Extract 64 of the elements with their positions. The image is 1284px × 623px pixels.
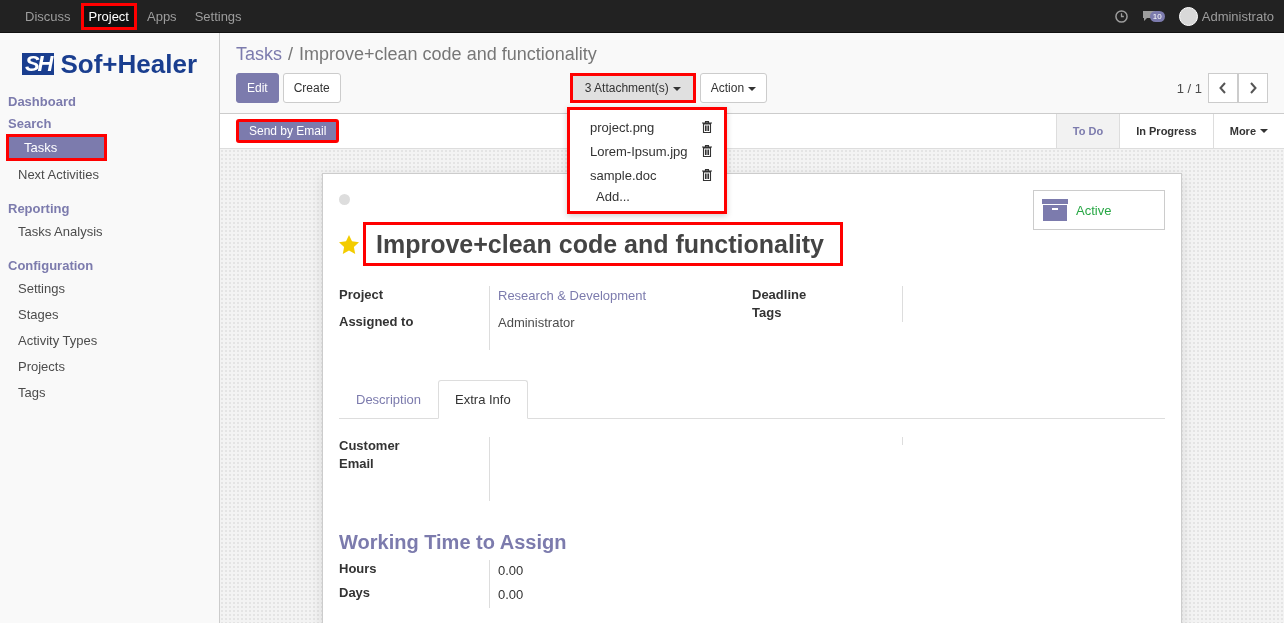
trash-icon[interactable] — [702, 169, 712, 181]
field-label: Assigned to — [339, 313, 415, 331]
field-label: Hours — [339, 560, 378, 578]
star-icon[interactable] — [339, 234, 359, 254]
sidebar-section[interactable]: Dashboard — [0, 89, 219, 111]
sidebar-item[interactable]: Stages — [0, 302, 219, 327]
caret-icon — [748, 86, 757, 91]
pager-value: 1 / 1 — [1176, 80, 1202, 96]
status-dot[interactable] — [339, 194, 350, 205]
tab[interactable]: Description — [339, 380, 439, 419]
clock-icon[interactable] — [1114, 9, 1128, 23]
field-label: Tags — [752, 304, 783, 322]
previous-button[interactable] — [1208, 73, 1238, 103]
sidebar-section[interactable]: Search — [0, 111, 219, 133]
sidebar-item[interactable]: Projects — [0, 354, 219, 379]
user-name[interactable]: Administrato — [1201, 8, 1274, 24]
menu-item[interactable]: Settings — [186, 2, 250, 30]
field-label: Deadline — [752, 286, 808, 304]
tab[interactable]: Extra Info — [438, 380, 528, 419]
attachments-button[interactable]: 3 Attachment(s) — [569, 73, 696, 103]
caret-icon — [1260, 129, 1268, 133]
trash-icon[interactable] — [702, 121, 712, 133]
menu-item[interactable]: Project — [80, 2, 137, 30]
breadcrumb-link[interactable]: Tasks — [236, 44, 282, 65]
field-value: 0.00 — [489, 560, 1165, 584]
field-label: Project — [339, 286, 385, 304]
add-attachment-link[interactable]: Add... — [570, 187, 724, 206]
chevron-right-icon — [1249, 82, 1257, 94]
archive-box-icon — [1042, 199, 1068, 221]
logo-mark: SH — [21, 53, 55, 75]
sidebar-item[interactable]: Activity Types — [0, 328, 219, 353]
caret-icon — [672, 86, 681, 91]
field-value: Administrator — [498, 315, 576, 330]
sidebar-item[interactable]: Settings — [0, 276, 219, 301]
logo-text: Sof+Healer — [60, 51, 198, 77]
avatar-icon — [1178, 6, 1198, 26]
chevron-left-icon — [1219, 82, 1227, 94]
next-button[interactable] — [1238, 73, 1268, 103]
sidebar-item[interactable]: Tasks Analysis — [0, 219, 219, 244]
create-button[interactable]: Create — [282, 73, 341, 103]
field-label: Customer Email — [339, 437, 401, 473]
sidebar-item[interactable]: Next Activities — [0, 162, 219, 187]
sidebar-item[interactable]: Tasks — [6, 134, 107, 161]
stage-button[interactable]: To Do — [1055, 114, 1120, 148]
attachment-link[interactable]: Lorem-Ipsum.jpg — [590, 143, 688, 159]
send-email-button[interactable]: Send by Email — [236, 119, 340, 143]
attachment-link[interactable]: project.png — [590, 119, 655, 135]
menu-item[interactable]: Discuss — [17, 2, 79, 30]
breadcrumb-separator: / — [288, 44, 294, 65]
message-count-badge: 10 — [1149, 10, 1165, 22]
edit-button[interactable]: Edit — [236, 73, 279, 103]
trash-icon[interactable] — [702, 145, 712, 157]
menu-item[interactable]: Apps — [139, 2, 185, 30]
breadcrumb-current: Improve+clean code and functionality — [299, 44, 597, 65]
project-link[interactable]: Research & Development — [498, 288, 752, 303]
sidebar-item[interactable]: Tags — [0, 380, 219, 405]
sidebar-section[interactable]: Reporting — [0, 188, 219, 218]
attachment-link[interactable]: sample.doc — [590, 167, 657, 183]
sidebar-section[interactable]: Configuration — [0, 245, 219, 275]
field-label: Days — [339, 584, 372, 602]
field-value: 0.00 — [489, 584, 1165, 608]
section-heading: Working Time to Assign — [339, 531, 568, 554]
action-button[interactable]: Action — [699, 73, 768, 103]
task-title: Improve+clean code and functionality — [363, 222, 844, 266]
